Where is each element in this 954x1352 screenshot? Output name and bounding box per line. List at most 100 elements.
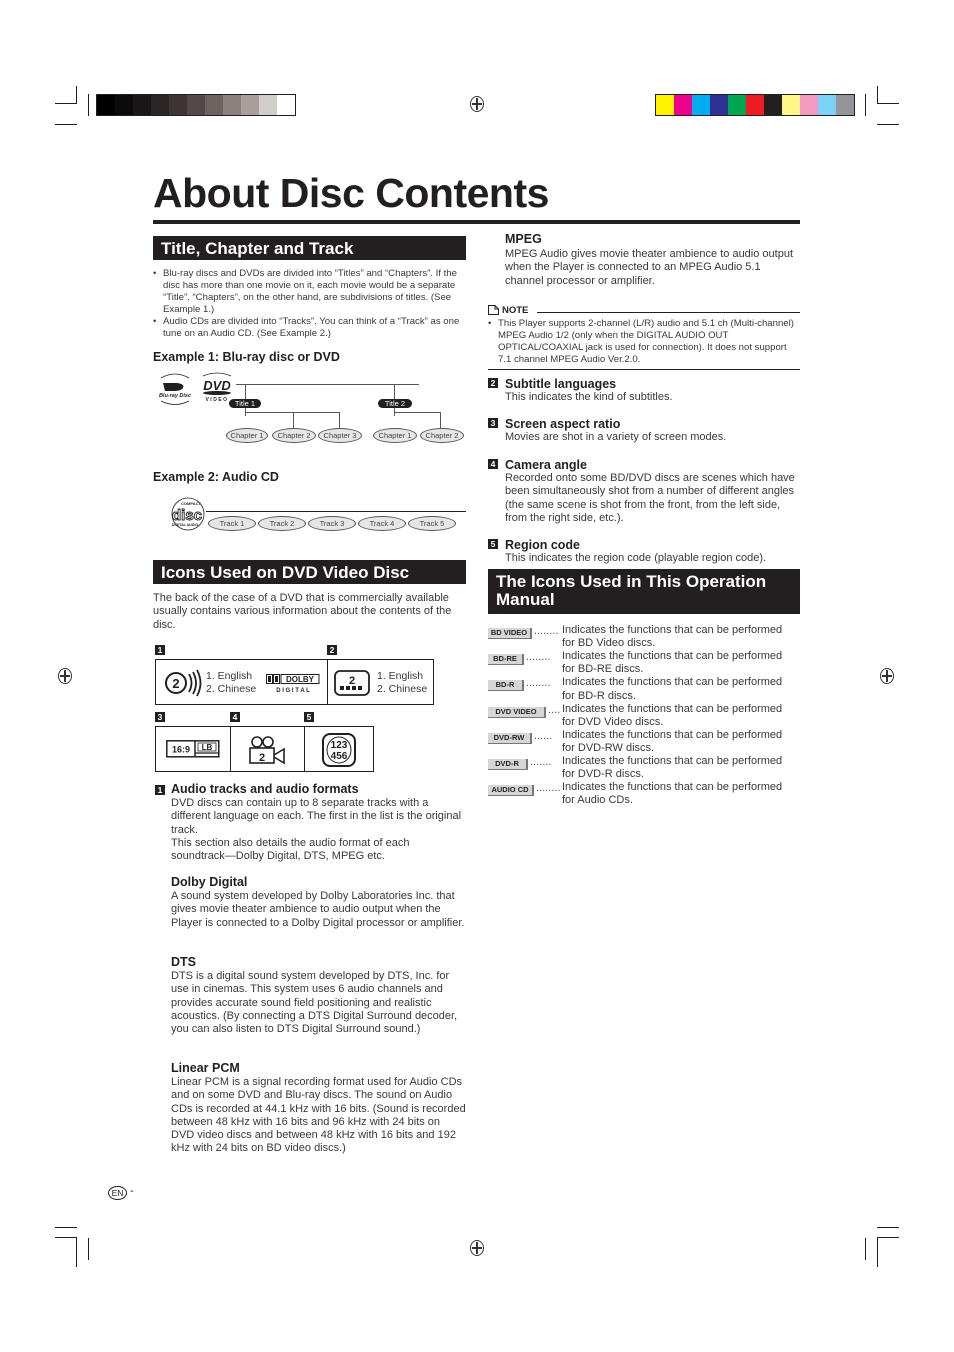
color-swatch [710,95,728,115]
item-title: Subtitle languages [505,377,617,391]
camera-angle-icon: 2 [249,736,285,765]
gray-swatch [205,95,223,115]
item-badge: 4 [488,459,498,469]
page-title: About Disc Contents [153,170,549,216]
item-badge: 5 [488,539,498,549]
note-icon [488,305,499,315]
bullet-item: Blu-ray discs and DVDs are divided into … [153,268,466,316]
badge-1: 1 [155,645,165,655]
audio-subtitle-panel: 2 1. English 2. Chinese DOLBY D I G I T … [155,659,434,705]
page-number: - [130,1185,134,1197]
disc-type-tag: BD VIDEO [488,628,532,639]
registration-mark-icon [58,668,72,684]
example1-heading: Example 1: Blu-ray disc or DVD [153,350,340,364]
svg-text:2: 2 [349,675,355,687]
leader-dots: ........ [536,782,561,795]
leader-dots: .... [548,703,561,716]
gray-swatch [97,95,115,115]
gray-color-bar [96,94,296,116]
aspect-ratio-icon: 16:9 LB [166,740,220,758]
gray-swatch [133,95,151,115]
subtitle-language-list: 1. English 2. Chinese [377,670,428,695]
compact-disc-logo-icon: COMPACT disc DIGITAL AUDIO [172,497,205,531]
svg-text:VIDEO: VIDEO [205,397,228,403]
item-title: Region code [505,538,581,552]
disc-type-description: Indicates the functions that can be perf… [562,624,783,650]
svg-text:COMPACT: COMPACT [181,501,201,506]
item-badge: 1 [155,785,165,795]
badge-2: 2 [327,645,337,655]
disc-type-description: Indicates the functions that can be perf… [562,702,783,728]
svg-text:DVD: DVD [203,378,231,393]
color-swatch [728,95,746,115]
format-text: MPEG Audio gives movie theater ambience … [505,248,794,287]
title-rule [153,220,800,224]
title-node: Title 2 [378,399,412,408]
disc-type-description: Indicates the functions that can be perf… [562,781,783,807]
audio-language-list: 1. English 2. Chinese [206,670,257,695]
track-node: Track 5 [408,516,456,531]
disc-type-tag: BD-RE [488,654,524,666]
gray-swatch [223,95,241,115]
color-swatch [674,95,692,115]
format-title: DTS [171,955,196,969]
registration-mark-icon [470,96,484,112]
svg-text:disc: disc [172,507,202,524]
color-swatch [656,95,674,115]
color-swatch [692,95,710,115]
disc-type-description: Indicates the functions that can be perf… [562,755,783,781]
chapter-node: Chapter 2 [420,428,464,443]
format-text: DTS is a digital sound system developed … [171,970,458,1036]
audio-cell: 2 1. English 2. Chinese DOLBY D I G I T … [156,660,328,704]
registration-mark-icon [880,668,894,684]
color-swatch [764,95,782,115]
disc-type-tag: BD-R [488,680,524,692]
svg-text:Blu-ray Disc: Blu-ray Disc [159,393,191,399]
track-node: Track 1 [208,516,256,531]
svg-text:D I G I T A L: D I G I T A L [276,688,310,694]
disc-type-tag: DVD VIDEO [488,706,546,718]
item-badge: 2 [488,378,498,388]
dolby-digital-logo-icon: DOLBY D I G I T A L [266,674,320,694]
leader-dots: ........ [534,625,559,637]
note-item: This Player supports 2-channel (L/R) aud… [488,318,800,366]
format-text: Linear PCM is a signal recording format … [171,1076,466,1155]
bluray-logo-icon: Blu-ray Disc [159,373,191,405]
intro-bullets: Blu-ray discs and DVDs are divided into … [153,268,466,340]
format-title: Dolby Digital [171,875,248,889]
color-swatch [800,95,818,115]
title-node: Title 1 [229,399,261,408]
item-badge: 3 [488,418,498,428]
gray-swatch [115,95,133,115]
example2-heading: Example 2: Audio CD [153,470,279,484]
svg-text:2: 2 [259,752,265,764]
disc-type-tag: AUDIO CD [488,785,534,797]
color-swatch [782,95,800,115]
svg-text:LB: LB [202,743,213,752]
svg-text:16:9: 16:9 [172,745,190,755]
chapter-node: Chapter 1 [373,428,417,443]
disc-type-tag: DVD-R [488,759,528,770]
leader-dots: ........ [526,677,551,690]
chapter-node: Chapter 1 [226,428,268,443]
leader-dots: ....... [530,756,552,768]
subtitles-icon: 2 [334,670,370,696]
disc-type-description: Indicates the functions that can be perf… [562,650,783,676]
svg-text:DIGITAL AUDIO: DIGITAL AUDIO [172,523,199,527]
svg-text:2: 2 [172,676,179,691]
item-text: Recorded onto some BD/DVD discs are scen… [505,472,795,524]
note-label: NOTE [502,305,529,316]
gray-swatch [169,95,187,115]
note-list: This Player supports 2-channel (L/R) aud… [488,318,800,366]
disc-type-description: Indicates the functions that can be perf… [562,728,783,755]
svg-text:DOLBY: DOLBY [286,675,315,684]
registration-mark-icon [470,1240,484,1256]
leader-dots: ...... [534,729,553,742]
gray-swatch [241,95,259,115]
language-badge: EN [108,1186,127,1200]
note-rule [537,312,800,313]
color-swatch [836,95,854,115]
disc-type-tag: DVD-RW [488,732,532,744]
svg-text:123: 123 [331,740,348,751]
gray-swatch [187,95,205,115]
